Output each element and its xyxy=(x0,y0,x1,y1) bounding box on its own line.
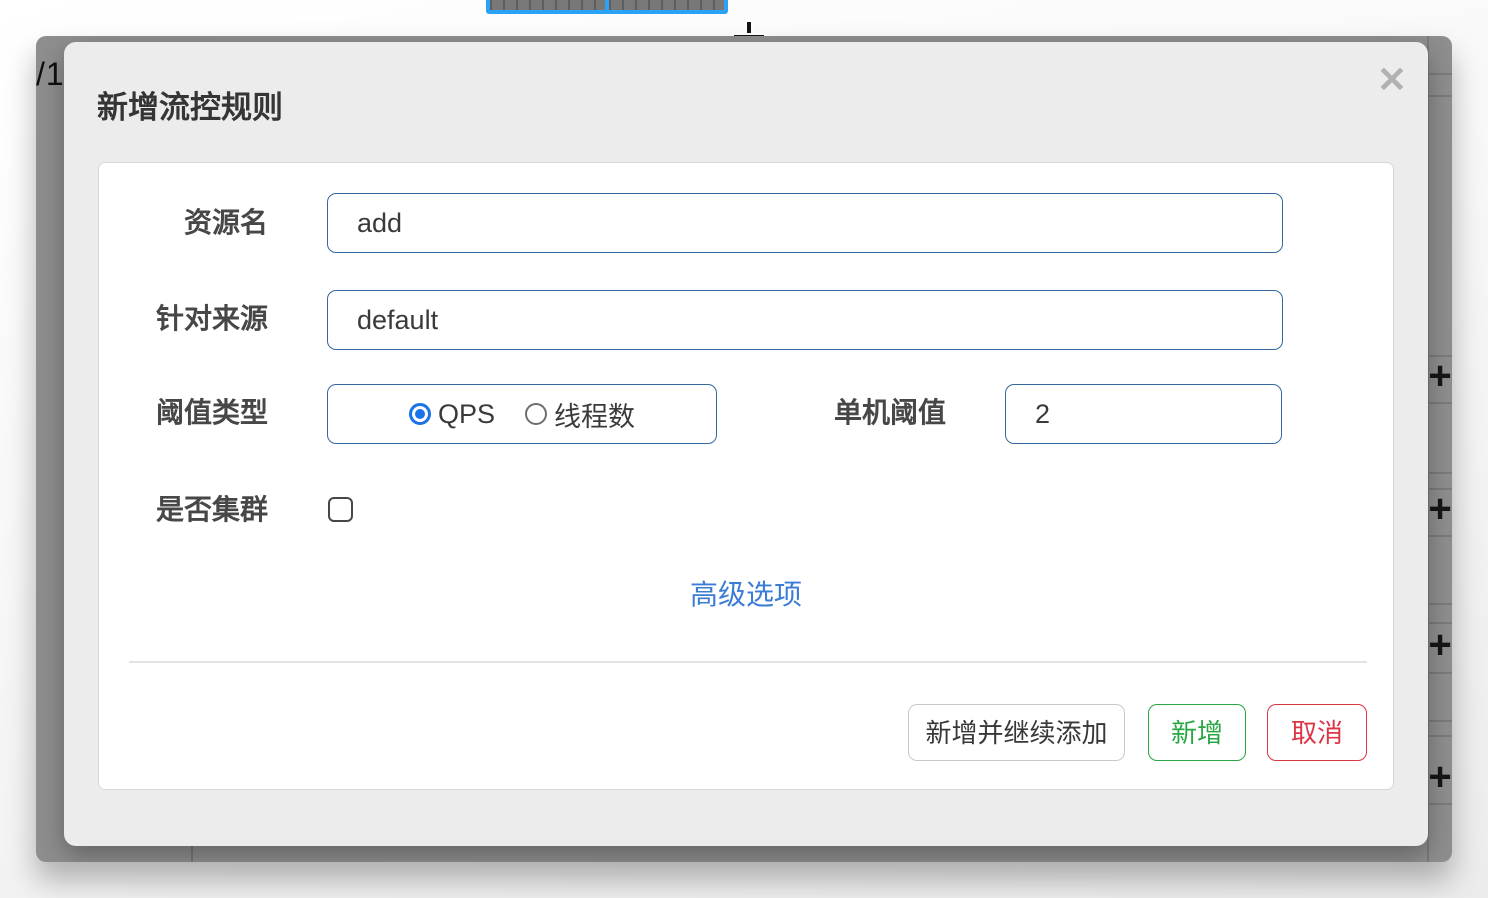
radio-qps-label: QPS xyxy=(437,398,496,429)
table-row-divider xyxy=(1427,672,1452,674)
resource-input[interactable] xyxy=(327,193,1283,253)
table-column-divider xyxy=(191,846,193,862)
table-row-divider xyxy=(1427,603,1452,605)
add-flow-rule-dialog: 新增流控规则 ✕ 资源名 针对来源 阈值类型 QPS 线程数 xyxy=(64,42,1428,846)
advanced-options-link[interactable]: 高级选项 xyxy=(99,573,1393,613)
grade-radio-group: QPS 线程数 xyxy=(327,384,717,444)
cluster-checkbox[interactable] xyxy=(328,497,353,522)
table-row-divider xyxy=(1427,95,1452,97)
radio-thread-label: 线程数 xyxy=(554,401,636,432)
footer-divider xyxy=(129,661,1367,663)
table-row-divider xyxy=(1427,535,1452,537)
selected-table-cells xyxy=(486,0,728,14)
radio-unselected-icon xyxy=(525,403,548,425)
limit-app-input[interactable] xyxy=(327,290,1283,350)
table-row-divider xyxy=(1427,720,1452,722)
selected-cell xyxy=(609,0,724,10)
cluster-label: 是否集群 xyxy=(155,494,268,525)
add-button[interactable]: 新增 xyxy=(1148,704,1246,761)
table-row-divider xyxy=(1427,73,1452,75)
background-table-fragment: + + + + xyxy=(1427,36,1452,862)
selected-cell xyxy=(490,0,605,10)
table-row-divider xyxy=(1427,735,1452,737)
table-row-divider xyxy=(1427,472,1452,474)
threshold-label: 单机阈值 xyxy=(833,397,946,428)
radio-thread[interactable]: 线程数 xyxy=(525,395,635,434)
pagination-fragment: /1 xyxy=(36,56,65,92)
table-row-divider xyxy=(1427,803,1452,805)
limit-app-label: 针对来源 xyxy=(155,303,268,334)
radio-qps[interactable]: QPS xyxy=(408,398,496,430)
close-icon[interactable]: ✕ xyxy=(1370,58,1414,102)
form-card: 资源名 针对来源 阈值类型 QPS 线程数 单机阈值 xyxy=(98,162,1394,790)
dialog-title: 新增流控规则 xyxy=(97,90,283,125)
resource-label: 资源名 xyxy=(183,207,268,238)
add-and-continue-button[interactable]: 新增并继续添加 xyxy=(908,704,1125,761)
cancel-button[interactable]: 取消 xyxy=(1267,704,1367,761)
table-row-divider xyxy=(1427,402,1452,404)
grade-label: 阈值类型 xyxy=(155,397,268,428)
modal-backdrop: /1 + + + + 新增流控规则 ✕ 资源名 add 针对来源 default… xyxy=(36,36,1452,862)
threshold-input[interactable] xyxy=(1005,384,1282,444)
radio-selected-icon xyxy=(408,403,431,425)
